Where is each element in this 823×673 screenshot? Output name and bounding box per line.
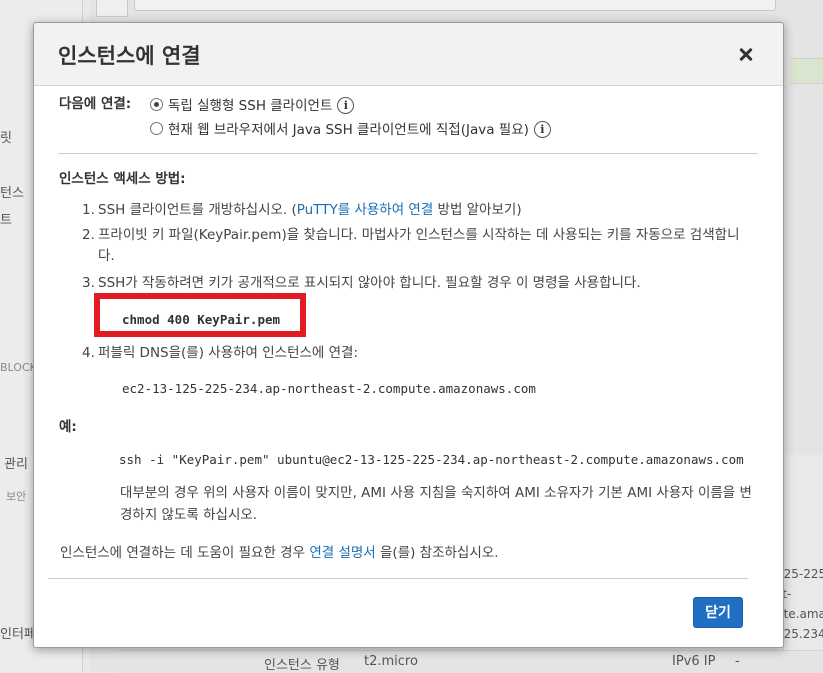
option-label: 독립 실행형 SSH 클라이언트 <box>168 98 333 114</box>
step-text: SSH가 작동하려면 키가 공개적으로 표시되지 않아야 합니다. 필요할 경우… <box>98 275 641 291</box>
step-number: 1. <box>82 202 95 218</box>
option-label: 현재 웹 브라우저에서 Java SSH 클라이언트에 직접(Java 필요) <box>168 122 529 138</box>
chmod-command: chmod 400 KeyPair.pem <box>122 312 281 327</box>
instance-details-row: 인스턴스 유형 t2.micro IPv6 IP - <box>118 650 823 673</box>
console-search-bar <box>134 0 776 11</box>
step-text: 프라이빗 키 파일(KeyPair.pem)을 찾습니다. 마법사가 인스턴스를… <box>98 227 740 264</box>
step-number: 4. <box>82 345 95 361</box>
divider <box>48 578 748 579</box>
step-2: 2. 프라이빗 키 파일(KeyPair.pem)을 찾습니다. 마법사가 인스턴… <box>82 225 762 267</box>
sidebar-fragment: BLOCK <box>0 361 37 374</box>
help-text: 인스턴스에 연결하는 데 도움이 필요한 경우 연결 설명서 을(를) 참조하십… <box>60 541 499 561</box>
ipv6-label: IPv6 IP <box>672 654 716 669</box>
info-icon[interactable]: i <box>337 97 355 114</box>
close-icon[interactable] <box>735 41 759 67</box>
info-icon[interactable]: i <box>533 121 551 138</box>
help-text-pre: 인스턴스에 연결하는 데 도움이 필요한 경우 <box>60 545 310 561</box>
sidebar-fragment: 릿 <box>0 131 12 146</box>
step-4: 4. 퍼블릭 DNS을(를) 사용하여 인스턴스에 연결: <box>82 343 762 364</box>
sidebar-fragment: 트 <box>0 213 12 228</box>
step-1: 1. SSH 클라이언트를 개방하십시오. (PuTTY를 사용하여 연결 방법 … <box>82 200 762 221</box>
close-button[interactable]: 닫기 <box>693 597 743 628</box>
sidebar-fragment: 턴스 <box>0 186 24 201</box>
connection-guide-link[interactable]: 연결 설명서 <box>309 545 375 561</box>
instance-type-value: t2.micro <box>364 654 418 669</box>
putty-guide-link[interactable]: PuTTY를 사용하여 연결 <box>297 202 433 218</box>
radio-button-selected[interactable] <box>150 98 163 111</box>
radio-button[interactable] <box>150 122 163 135</box>
step-number: 2. <box>82 227 95 243</box>
step-3: 3. SSH가 작동하려면 키가 공개적으로 표시되지 않아야 합니다. 필요할 … <box>82 273 762 294</box>
details-pane-fragment: 125-225 st- ute.ama 225.234 <box>776 455 823 655</box>
divider <box>58 153 758 154</box>
sidebar-fragment: 인터페 <box>0 627 36 642</box>
console-toolbar-button <box>96 0 128 17</box>
sidebar-fragment: 보안 <box>6 490 27 503</box>
ipv6-value: - <box>735 654 740 669</box>
connect-instance-dialog: 인스턴스에 연결 다음에 연결: 독립 실행형 SSH 클라이언트 i 현재 웹 … <box>33 22 784 648</box>
access-method-title: 인스턴스 액세스 방법: <box>59 171 186 187</box>
sidebar-fragment: 관리 <box>4 457 28 472</box>
help-text-post: 을(를) 참조하십시오. <box>375 545 499 561</box>
step-number: 3. <box>82 275 95 291</box>
connect-method-label: 다음에 연결: <box>59 96 132 112</box>
step-text: 퍼블릭 DNS을(를) 사용하여 인스턴스에 연결: <box>98 345 359 361</box>
example-ssh-command: ssh -i "KeyPair.pem" ubuntu@ec2-13-125-2… <box>119 452 744 467</box>
instance-type-label: 인스턴스 유형 <box>264 658 340 673</box>
option-java-ssh[interactable]: 현재 웹 브라우저에서 Java SSH 클라이언트에 직접(Java 필요) i <box>150 118 551 138</box>
dialog-header: 인스턴스에 연결 <box>34 23 783 86</box>
dialog-title: 인스턴스에 연결 <box>58 44 201 68</box>
username-note: 대부분의 경우 위의 사용자 이름이 맞지만, AMI 사용 지침을 숙지하여 … <box>120 485 752 523</box>
step-text: SSH 클라이언트를 개방하십시오. ( <box>98 202 297 218</box>
example-label: 예: <box>59 419 77 435</box>
option-standalone-ssh[interactable]: 독립 실행형 SSH 클라이언트 i <box>150 94 355 114</box>
selected-row-fragment <box>790 58 823 84</box>
public-dns: ec2-13-125-225-234.ap-northeast-2.comput… <box>122 381 536 396</box>
step-text: 방법 알아보기) <box>433 202 522 218</box>
